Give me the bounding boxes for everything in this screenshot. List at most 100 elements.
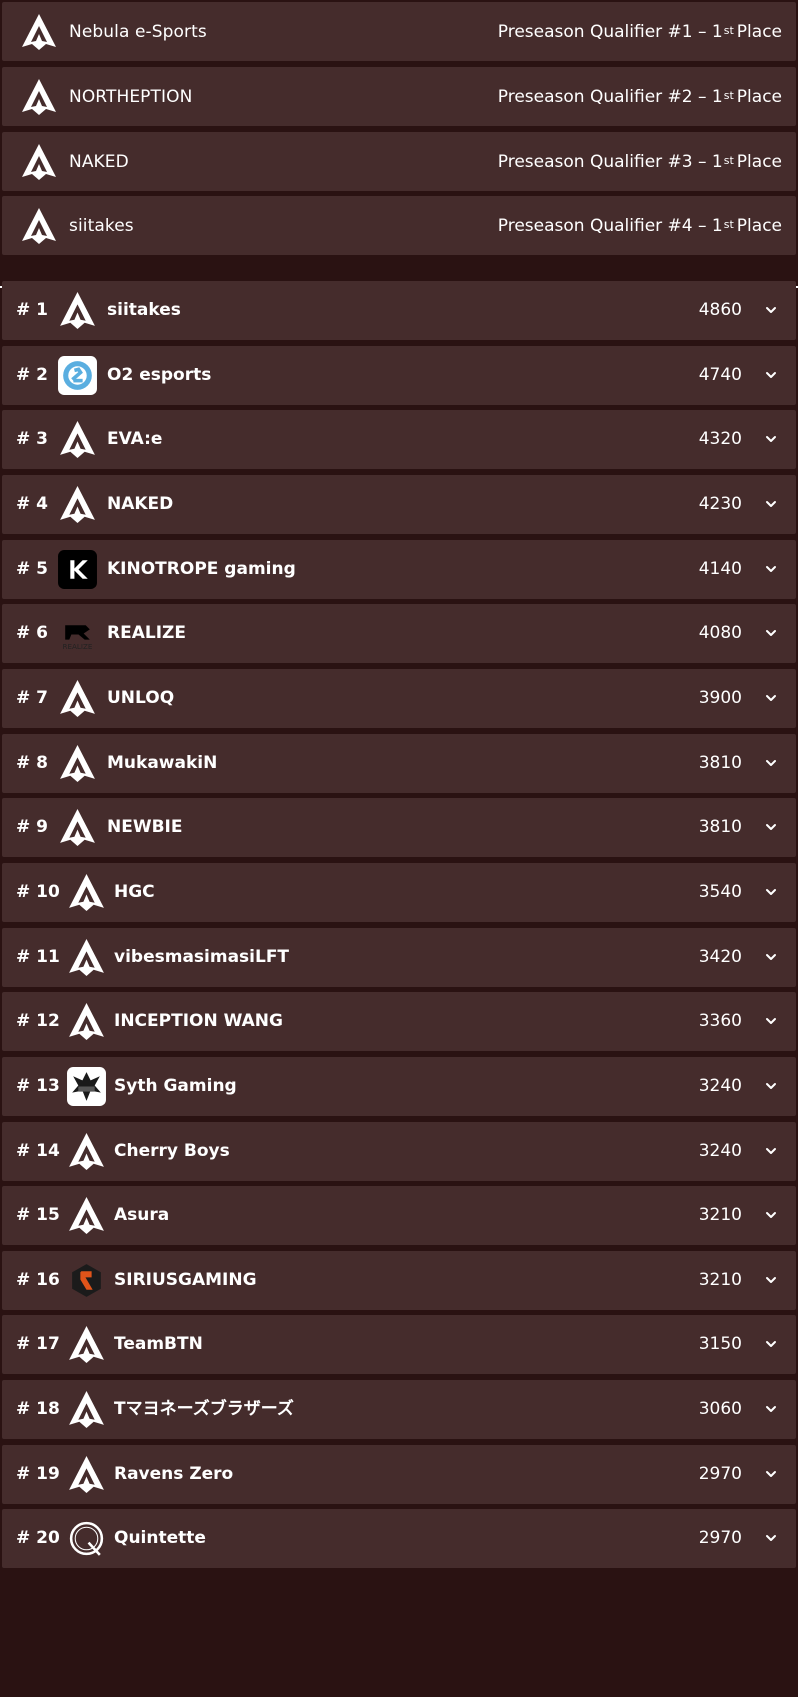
ranking-row[interactable]: # 12 INCEPTION WANG 3360 (2, 992, 796, 1052)
apex-icon (66, 1324, 107, 1365)
chevron-down-icon[interactable] (764, 1208, 778, 1222)
rank-number: # 11 (16, 946, 60, 967)
team-name: REALIZE (107, 623, 186, 644)
achievement-ordinal: st (723, 23, 734, 37)
team-points: 3810 (698, 752, 742, 773)
apex-icon (66, 1195, 107, 1236)
rank-number: # 2 (16, 364, 48, 385)
chevron-down-icon[interactable] (764, 1079, 778, 1093)
ranking-row[interactable]: # 15 Asura 3210 (2, 1186, 796, 1246)
ranking-row[interactable]: # 2 O2 esports 4740 (2, 345, 796, 405)
qualifier-team-name: siitakes (69, 215, 134, 236)
qualifier-achievement: Preseason Qualifier #4 – 1st Place (498, 216, 782, 236)
ranking-row[interactable]: # 7 UNLOQ 3900 (2, 668, 796, 728)
ranking-row[interactable]: # 13 Syth Gaming 3240 (2, 1056, 796, 1116)
team-name: EVA:e (107, 429, 163, 450)
chevron-down-icon[interactable] (764, 1402, 778, 1416)
team-name: O2 esports (107, 364, 212, 385)
ranking-row[interactable]: # 6 REALIZE REALIZE 4080 (2, 604, 796, 664)
chevron-down-icon[interactable] (764, 1337, 778, 1351)
team-name: SIRIUSGAMING (114, 1269, 257, 1290)
ranking-row[interactable]: # 5 KINOTROPE gaming 4140 (2, 539, 796, 599)
team-points: 3810 (698, 817, 742, 838)
chevron-down-icon[interactable] (764, 950, 778, 964)
chevron-down-icon[interactable] (764, 1467, 778, 1481)
ranking-row[interactable]: # 14 Cherry Boys 3240 (2, 1121, 796, 1181)
chevron-down-icon[interactable] (764, 303, 778, 317)
team-points: 4140 (698, 558, 742, 579)
rank-number: # 12 (16, 1011, 60, 1032)
team-name: NEWBIE (107, 817, 183, 838)
team-points: 3240 (698, 1140, 742, 1161)
rank-number: # 18 (16, 1399, 60, 1420)
chevron-down-icon[interactable] (764, 432, 778, 446)
rank-number: # 20 (16, 1528, 60, 1549)
chevron-down-icon[interactable] (764, 1531, 778, 1545)
chevron-down-icon[interactable] (764, 562, 778, 576)
apex-icon (66, 1454, 107, 1495)
ranking-row[interactable]: # 8 MukawakiN 3810 (2, 733, 796, 793)
team-points: 4230 (698, 494, 742, 514)
team-points: 3210 (698, 1269, 742, 1290)
ranking-row[interactable]: # 10 HGC 3540 (2, 862, 796, 922)
rank-number: # 3 (16, 429, 48, 450)
apex-icon (66, 872, 107, 913)
team-points: 3060 (698, 1399, 742, 1420)
qualifier-row: NORTHEPTION Preseason Qualifier #2 – 1st P… (2, 67, 796, 126)
team-name: Quintette (114, 1528, 206, 1549)
ranking-row[interactable]: # 11 vibesmasimasiLFT 3420 (2, 927, 796, 987)
achievement-ordinal: st (723, 88, 734, 102)
ranking-row[interactable]: # 3 EVA:e 4320 (2, 410, 796, 470)
team-points: 3240 (698, 1075, 742, 1096)
qualifier-row: Nebula e-Sports Preseason Qualifier #1 – … (2, 2, 796, 61)
apex-icon (57, 484, 98, 525)
qualifier-team-name: NORTHEPTION (69, 86, 193, 107)
team-points: 3150 (698, 1334, 742, 1355)
team-points: 4740 (698, 364, 742, 385)
ranking-row[interactable]: # 4 NAKED 4230 (2, 475, 796, 534)
apex-icon (19, 206, 59, 246)
chevron-down-icon[interactable] (764, 1014, 778, 1028)
team-name: vibesmasimasiLFT (114, 946, 290, 967)
chevron-down-icon[interactable] (764, 820, 778, 834)
ranking-row[interactable]: # 9 NEWBIE 3810 (2, 798, 796, 858)
ranking-row[interactable]: # 16 SIRIUSGAMING 3210 (2, 1250, 796, 1310)
team-points: 3900 (698, 687, 742, 708)
chevron-down-icon[interactable] (764, 368, 778, 382)
team-points: 4860 (698, 300, 742, 320)
ranking-row[interactable]: # 1 siitakes 4860 (2, 281, 796, 340)
ranking-row[interactable]: # 19 Ravens Zero 2970 (2, 1444, 796, 1504)
ranking-row[interactable]: # 18 Tマヨネーズブラザーズ 3060 (2, 1380, 796, 1440)
achievement-ordinal: st (723, 153, 734, 167)
achievement-text: Preseason Qualifier #2 – 1 (497, 86, 723, 107)
team-points: 2970 (698, 1463, 742, 1484)
achievement-suffix: Place (736, 151, 782, 172)
rank-number: # 16 (16, 1269, 60, 1290)
ranking-row[interactable]: # 20 Quintette 2970 (2, 1509, 796, 1569)
achievement-suffix: Place (736, 21, 782, 42)
chevron-down-icon[interactable] (764, 1273, 778, 1287)
achievement-ordinal: st (723, 217, 734, 231)
ranking-row[interactable]: # 17 TeamBTN 3150 (2, 1315, 796, 1375)
team-name: Syth Gaming (114, 1075, 237, 1096)
realize-icon: REALIZE (57, 613, 98, 654)
chevron-down-icon[interactable] (764, 756, 778, 770)
apex-icon (19, 77, 59, 117)
rank-number: # 17 (16, 1334, 60, 1355)
apex-icon (19, 12, 59, 52)
chevron-down-icon[interactable] (764, 885, 778, 899)
team-points: 4320 (698, 429, 742, 450)
chevron-down-icon[interactable] (764, 1144, 778, 1158)
qualifier-row: NAKED Preseason Qualifier #3 – 1st Place (2, 132, 796, 191)
chevron-down-icon[interactable] (764, 626, 778, 640)
quintette-icon (66, 1518, 107, 1559)
chevron-down-icon[interactable] (764, 691, 778, 705)
team-name: HGC (114, 881, 155, 902)
apex-icon (66, 937, 107, 978)
team-name: MukawakiN (107, 752, 218, 773)
qualifier-achievement: Preseason Qualifier #1 – 1st Place (498, 22, 782, 42)
chevron-down-icon[interactable] (764, 497, 778, 511)
team-name: Cherry Boys (114, 1140, 230, 1161)
achievement-suffix: Place (736, 215, 782, 236)
achievement-text: Preseason Qualifier #4 – 1 (497, 215, 723, 236)
